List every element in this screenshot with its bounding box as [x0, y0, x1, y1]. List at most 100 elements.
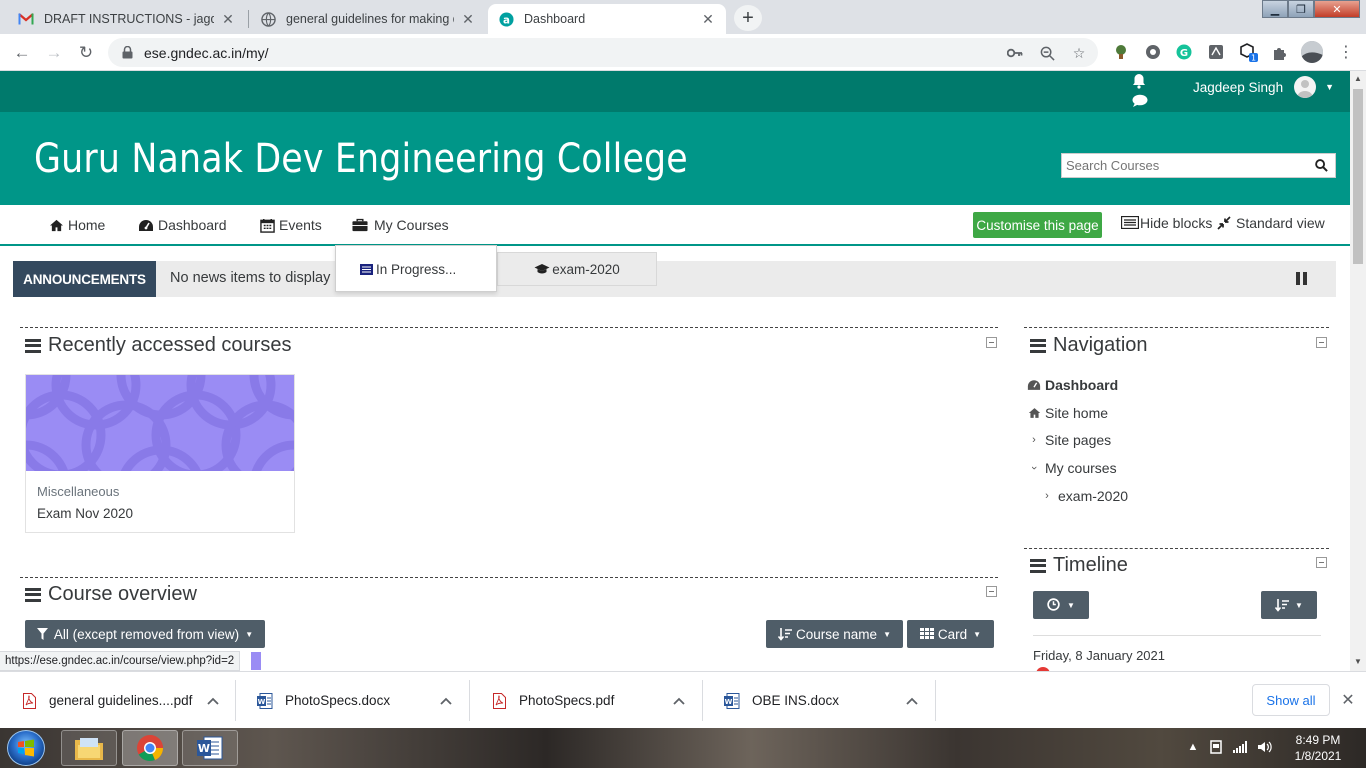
chrome-menu-icon[interactable]: ⋮ [1336, 42, 1356, 62]
dropdown-submenu-exam-2020[interactable]: exam-2020 [497, 252, 657, 286]
notification-bell-icon[interactable] [1131, 73, 1147, 89]
forward-icon[interactable]: → [41, 40, 67, 66]
navigation-item-my-courses[interactable]: › My courses [1027, 460, 1117, 476]
window-maximize-button[interactable]: ❐ [1288, 0, 1314, 18]
collapse-block-icon[interactable] [1316, 337, 1327, 348]
grammarly-icon[interactable]: G [1174, 42, 1194, 62]
chevron-down-icon: ▼ [883, 629, 891, 639]
hide-blocks-link[interactable]: Hide blocks [1121, 215, 1212, 231]
extension-plant-icon[interactable] [1111, 42, 1131, 62]
search-courses-box[interactable] [1061, 153, 1336, 178]
browser-tab-strip: DRAFT INSTRUCTIONS - jagdeep ✕ general g… [0, 0, 1366, 34]
timeline-day-filter-dropdown[interactable]: ▼ [1033, 591, 1089, 619]
profile-avatar[interactable] [1301, 41, 1323, 63]
navigation-item-dashboard[interactable]: Dashboard [1027, 377, 1118, 393]
nav-events[interactable]: Events [259, 215, 322, 235]
navigation-item-exam-2020[interactable]: › exam-2020 [1040, 488, 1128, 504]
course-card[interactable]: Miscellaneous Exam Nov 2020 [25, 374, 295, 533]
tab-dashboard[interactable]: a Dashboard ✕ [488, 4, 726, 34]
course-name[interactable]: Exam Nov 2020 [37, 506, 133, 521]
timeline-divider [1033, 635, 1321, 636]
bookmark-star-icon[interactable]: ☆ [1070, 44, 1088, 62]
download-item[interactable]: W PhotoSpecs.docx [236, 672, 470, 729]
hide-blocks-label: Hide blocks [1140, 215, 1213, 231]
chevron-down-icon: ▼ [1067, 600, 1075, 610]
collapse-block-icon[interactable] [986, 586, 997, 597]
search-icon[interactable] [1315, 159, 1329, 173]
device-icon[interactable] [1209, 740, 1223, 754]
extension-badge-icon[interactable]: 1 [1238, 42, 1258, 62]
filter-funnel-icon [36, 628, 49, 640]
downloads-shelf: general guidelines....pdf W PhotoSpecs.d… [0, 671, 1366, 728]
show-all-downloads-button[interactable]: Show all [1252, 684, 1330, 716]
user-menu[interactable]: Jagdeep Singh ▼ [1193, 74, 1334, 100]
volume-speaker-icon[interactable] [1258, 740, 1272, 754]
tab-title: Dashboard [524, 12, 586, 26]
home-icon [1027, 406, 1041, 420]
show-hidden-icons-arrow-icon[interactable]: ▲ [1186, 740, 1200, 754]
collapse-block-icon[interactable] [1316, 557, 1327, 568]
messages-chat-icon[interactable] [1132, 94, 1148, 108]
pdf-extension-icon[interactable] [1206, 42, 1226, 62]
hamburger-icon [25, 338, 41, 353]
start-button[interactable] [7, 730, 45, 766]
chevron-up-icon[interactable] [905, 694, 919, 708]
chevron-up-icon[interactable] [439, 694, 453, 708]
new-tab-button[interactable]: + [734, 5, 762, 31]
dropdown-in-progress[interactable]: In Progress... [360, 262, 456, 277]
top-navbar: Jagdeep Singh ▼ [0, 71, 1350, 112]
navigation-item-site-home[interactable]: Site home [1027, 405, 1108, 421]
search-input[interactable] [1062, 158, 1307, 173]
customise-page-button[interactable]: Customise this page [973, 212, 1102, 238]
scroll-down-arrow-icon[interactable]: ▼ [1354, 657, 1362, 666]
tab-close-icon[interactable]: ✕ [220, 11, 236, 27]
close-icon[interactable]: ✕ [1340, 692, 1356, 709]
chevron-up-icon[interactable] [206, 694, 220, 708]
download-item[interactable]: W OBE INS.docx [703, 672, 936, 729]
nav-my-courses[interactable]: My Courses [352, 215, 449, 235]
network-signal-icon[interactable] [1233, 740, 1247, 754]
windows-logo-icon [18, 739, 34, 757]
address-bar[interactable]: ese.gndec.ac.in/my/ ☆ [108, 38, 1098, 67]
collapse-block-icon[interactable] [986, 337, 997, 348]
standard-view-link[interactable]: Standard view [1217, 215, 1325, 231]
extensions-puzzle-icon[interactable] [1270, 42, 1290, 62]
taskbar-word[interactable]: W [182, 730, 238, 766]
download-item[interactable]: PhotoSpecs.pdf [470, 672, 703, 729]
sort-icon [778, 627, 793, 641]
zoom-icon[interactable] [1038, 44, 1056, 62]
navigation-item-site-pages[interactable]: › Site pages [1027, 432, 1111, 448]
tab-guidelines[interactable]: general guidelines for making qu ✕ [250, 4, 486, 34]
word-doc-icon: W [257, 692, 273, 710]
window-close-button[interactable]: ✕ [1314, 0, 1360, 18]
course-filter-dropdown[interactable]: All (except removed from view) ▼ [25, 620, 265, 648]
scrollbar-thumb[interactable] [1353, 89, 1363, 264]
tab-close-icon[interactable]: ✕ [460, 11, 476, 27]
back-icon[interactable]: ← [9, 40, 35, 66]
key-icon[interactable] [1006, 44, 1024, 62]
download-file-name: OBE INS.docx [752, 693, 840, 708]
scroll-up-arrow-icon[interactable]: ▲ [1354, 74, 1362, 83]
tab-gmail[interactable]: DRAFT INSTRUCTIONS - jagdeep ✕ [8, 4, 246, 34]
user-avatar [1294, 76, 1317, 98]
nav-home[interactable]: Home [48, 215, 105, 235]
taskbar-file-explorer[interactable] [61, 730, 117, 766]
main-menu: Home Dashboard Events My Courses Customi… [0, 205, 1350, 246]
download-item[interactable]: general guidelines....pdf [0, 672, 236, 729]
reload-icon[interactable]: ↻ [73, 40, 99, 66]
page-scrollbar[interactable]: ▲ ▼ [1350, 71, 1366, 671]
extension-circle-icon[interactable] [1143, 42, 1163, 62]
timeline-block-title: Timeline [1030, 554, 1128, 577]
course-sort-dropdown[interactable]: Course name ▼ [766, 620, 903, 648]
tab-close-icon[interactable]: ✕ [700, 11, 716, 27]
chevron-up-icon[interactable] [672, 694, 686, 708]
taskbar-chrome[interactable] [122, 730, 178, 766]
pause-icon[interactable] [1296, 272, 1310, 286]
course-view-dropdown[interactable]: Card ▼ [907, 620, 994, 648]
nav-dashboard[interactable]: Dashboard [138, 215, 227, 235]
system-clock[interactable]: 8:49 PM 1/8/2021 [1288, 732, 1348, 764]
pdf-file-icon [21, 692, 37, 710]
timeline-sort-dropdown[interactable]: ▼ [1261, 591, 1317, 619]
window-minimize-button[interactable]: ▁ [1262, 0, 1288, 18]
clock-time: 8:49 PM [1295, 733, 1341, 747]
